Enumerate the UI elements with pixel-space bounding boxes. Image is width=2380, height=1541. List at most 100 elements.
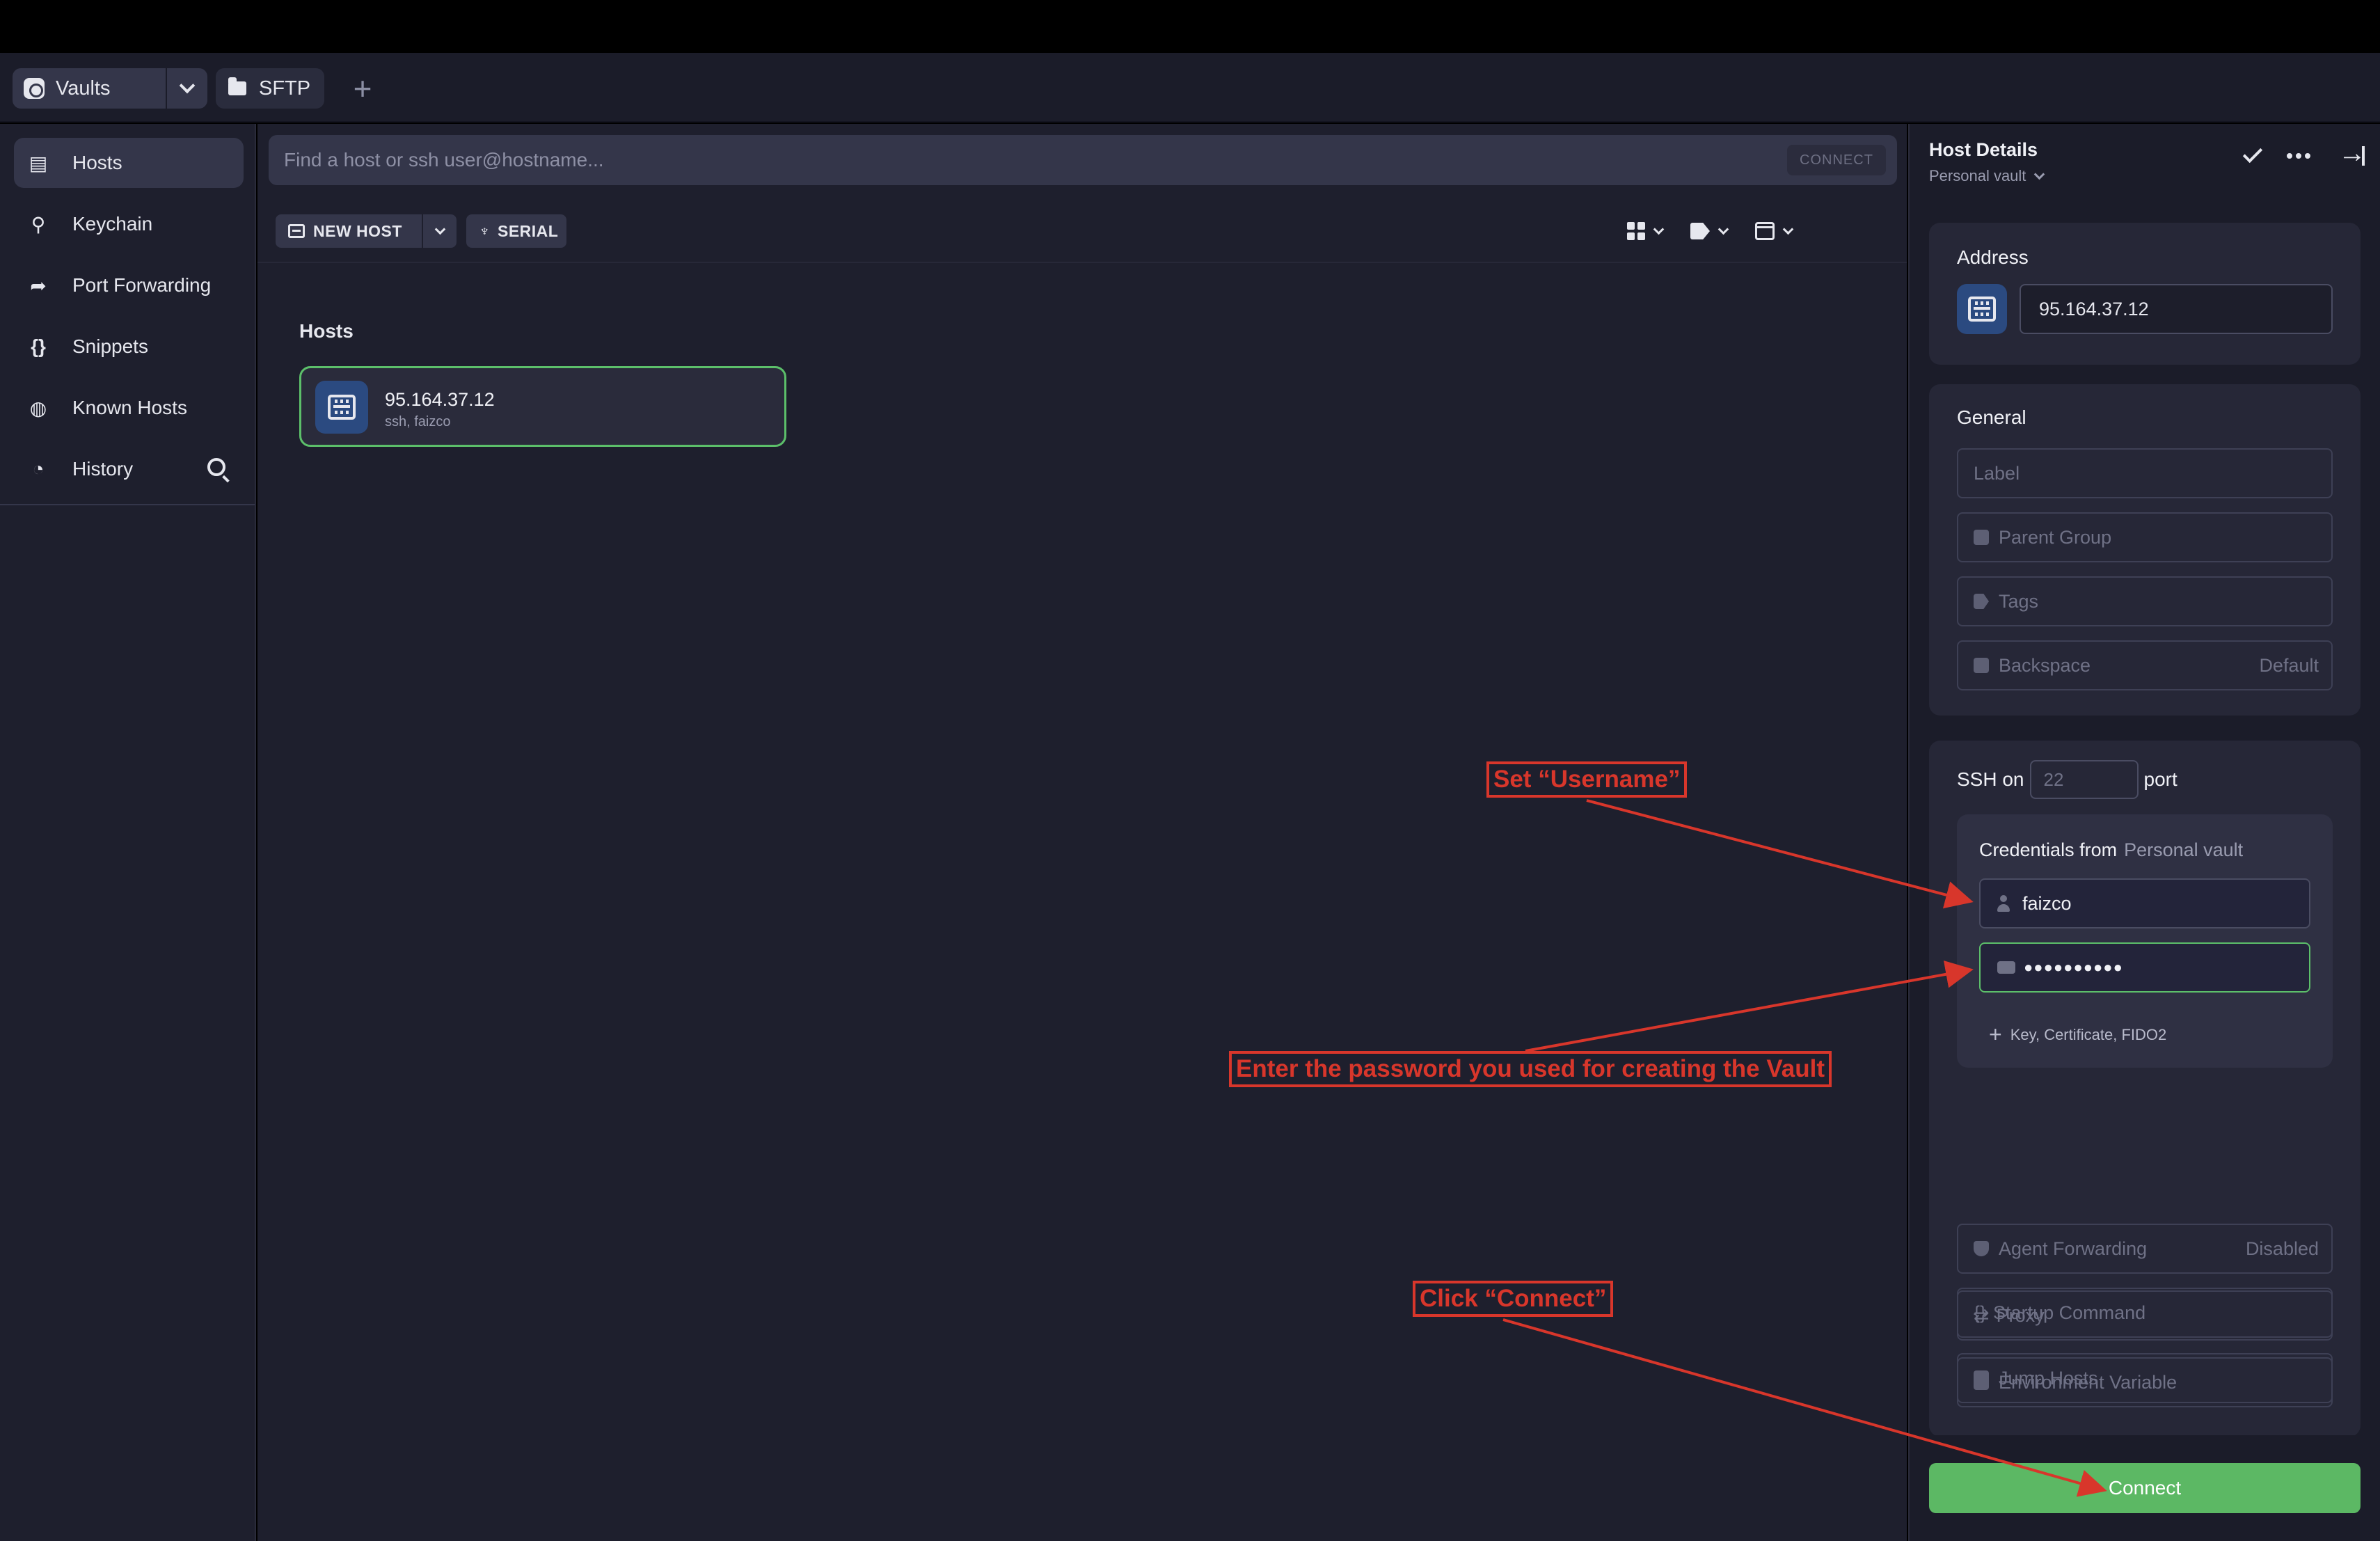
collapse-panel-icon[interactable]	[2338, 138, 2366, 169]
sidebar: ▤ Hosts ⚲ Keychain ➦ Port Forwarding {} …	[0, 124, 256, 1541]
vaults-dropdown-button[interactable]	[167, 68, 207, 109]
hosts-icon: ▤	[29, 152, 48, 174]
password-icon	[1997, 961, 2015, 974]
connect-button[interactable]: Connect	[1929, 1463, 2361, 1513]
serial-icon: ♆	[479, 222, 491, 239]
new-host-dropdown-button[interactable]	[423, 214, 457, 248]
backspace-select[interactable]: Backspace Default	[1957, 640, 2333, 690]
port-input[interactable]: 22	[2029, 760, 2139, 799]
serial-label: SERIAL	[498, 221, 559, 240]
agent-forwarding-value: Disabled	[2245, 1238, 2319, 1259]
add-key-label: Key, Certificate, FIDO2	[2010, 1025, 2167, 1043]
plus-icon: +	[1989, 1022, 2002, 1047]
more-icon[interactable]	[2287, 153, 2310, 159]
globe-icon: ◍	[29, 397, 47, 419]
check-icon[interactable]	[2242, 143, 2263, 164]
label-placeholder: Label	[1974, 462, 2020, 484]
annotation-connect: Click “Connect”	[1413, 1281, 1614, 1317]
credentials-card: Credentials from Personal vault faizco ●●…	[1957, 814, 2333, 1068]
panel-actions	[2242, 138, 2366, 169]
key-icon: ⚲	[31, 213, 46, 235]
shield-icon	[1974, 1241, 1989, 1256]
tag-icon	[1974, 594, 1989, 609]
sftp-label: SFTP	[259, 77, 311, 100]
serial-button[interactable]: ♆ SERIAL	[466, 214, 566, 248]
port-label: port	[2143, 768, 2177, 790]
backspace-icon	[1974, 658, 1989, 673]
tab-sftp[interactable]: SFTP	[216, 68, 324, 109]
sort-control[interactable]	[1755, 222, 1794, 240]
sidebar-item-label: Keychain	[72, 213, 153, 235]
username-input[interactable]: faizco	[1979, 878, 2310, 928]
app-window: Vaults SFTP + ▤ Hosts ⚲ Keychain ➦ Port …	[0, 0, 2380, 1541]
host-name: 95.164.37.12	[385, 389, 495, 410]
title-bar	[0, 0, 2380, 53]
new-tab-button[interactable]: +	[342, 68, 383, 109]
search-icon[interactable]	[207, 458, 225, 476]
sidebar-item-hosts[interactable]: ▤ Hosts	[14, 138, 244, 188]
vault-icon	[24, 78, 45, 99]
new-host-button[interactable]: NEW HOST	[276, 214, 422, 248]
sidebar-item-history[interactable]: ◔ History	[14, 444, 244, 494]
hosts-section-title: Hosts	[299, 320, 354, 342]
grid-view-toggle[interactable]	[1627, 222, 1665, 240]
agent-forwarding-select[interactable]: Agent Forwarding Disabled	[1957, 1224, 2333, 1274]
chevron-down-icon	[1653, 223, 1665, 235]
chevron-down-icon	[434, 223, 445, 235]
host-card[interactable]: 95.164.37.12 ssh, faizco	[299, 366, 786, 447]
server-icon	[315, 381, 368, 434]
vault-selector[interactable]: Personal vault	[1929, 167, 2045, 185]
calendar-icon	[1755, 222, 1775, 240]
tag-icon	[1690, 223, 1710, 239]
plus-icon: +	[353, 70, 372, 106]
forward-icon: ➦	[30, 274, 47, 297]
terminal-icon	[1974, 1375, 1989, 1390]
port-placeholder: 22	[2043, 768, 2064, 790]
group-icon	[1974, 530, 1989, 545]
username-value: faizco	[2022, 892, 2072, 914]
credentials-from-label: Credentials from	[1979, 839, 2118, 860]
vaults-label: Vaults	[56, 77, 111, 100]
proxy-input[interactable]: ⇄ Proxy	[1957, 1290, 2333, 1341]
sidebar-item-known-hosts[interactable]: ◍ Known Hosts	[14, 383, 244, 433]
parent-group-input[interactable]: Parent Group	[1957, 512, 2333, 562]
sidebar-item-label: Snippets	[72, 335, 148, 357]
grid-icon	[1627, 222, 1645, 240]
password-value: ●●●●●●●●●●	[2024, 958, 2123, 976]
backspace-label: Backspace	[1999, 654, 2091, 676]
environment-variable-input[interactable]: Environment Variable	[1957, 1357, 2333, 1407]
tag-filter[interactable]	[1690, 223, 1729, 239]
address-input[interactable]: 95.164.37.12	[2020, 284, 2333, 334]
vaults-button[interactable]: Vaults	[13, 68, 166, 109]
host-details-panel: Host Details Personal vault Address 95.1…	[1908, 124, 2380, 1541]
tab-bar: Vaults SFTP +	[0, 53, 2380, 123]
host-search-input[interactable]: Find a host or ssh user@hostname... CONN…	[269, 135, 1897, 185]
credentials-vault[interactable]: Personal vault	[2124, 839, 2243, 860]
chevron-down-icon	[1717, 223, 1729, 235]
backspace-value: Default	[2259, 654, 2319, 676]
sidebar-item-keychain[interactable]: ⚲ Keychain	[14, 199, 244, 249]
quick-connect-button[interactable]: CONNECT	[1787, 145, 1886, 175]
label-input[interactable]: Label	[1957, 448, 2333, 498]
annotation-username: Set “Username”	[1486, 761, 1688, 798]
panel-title: Host Details	[1929, 139, 2038, 160]
chevron-down-icon	[1782, 223, 1794, 235]
search-placeholder: Find a host or ssh user@hostname...	[284, 149, 604, 171]
tags-input[interactable]: Tags	[1957, 576, 2333, 626]
server-icon	[288, 224, 305, 238]
password-input[interactable]: ●●●●●●●●●●	[1979, 942, 2310, 993]
host-subtitle: ssh, faizco	[385, 414, 451, 429]
parent-group-placeholder: Parent Group	[1999, 526, 2112, 548]
sidebar-item-snippets[interactable]: {} Snippets	[14, 322, 244, 372]
sidebar-item-label: Hosts	[72, 152, 122, 173]
agent-forwarding-label: Agent Forwarding	[1999, 1238, 2148, 1259]
view-controls	[1612, 214, 1794, 248]
ssh-row: SSH on 22 port	[1957, 760, 2177, 799]
sidebar-item-port-forwarding[interactable]: ➦ Port Forwarding	[14, 260, 244, 310]
chevron-down-icon	[179, 77, 196, 94]
toolbar-divider	[257, 262, 1907, 263]
add-key-button[interactable]: + Key, Certificate, FIDO2	[1989, 1022, 2166, 1048]
sidebar-item-label: Port Forwarding	[72, 274, 212, 296]
credentials-title: Credentials from Personal vault	[1979, 839, 2243, 861]
annotation-password: Enter the password you used for creating…	[1229, 1051, 1832, 1087]
